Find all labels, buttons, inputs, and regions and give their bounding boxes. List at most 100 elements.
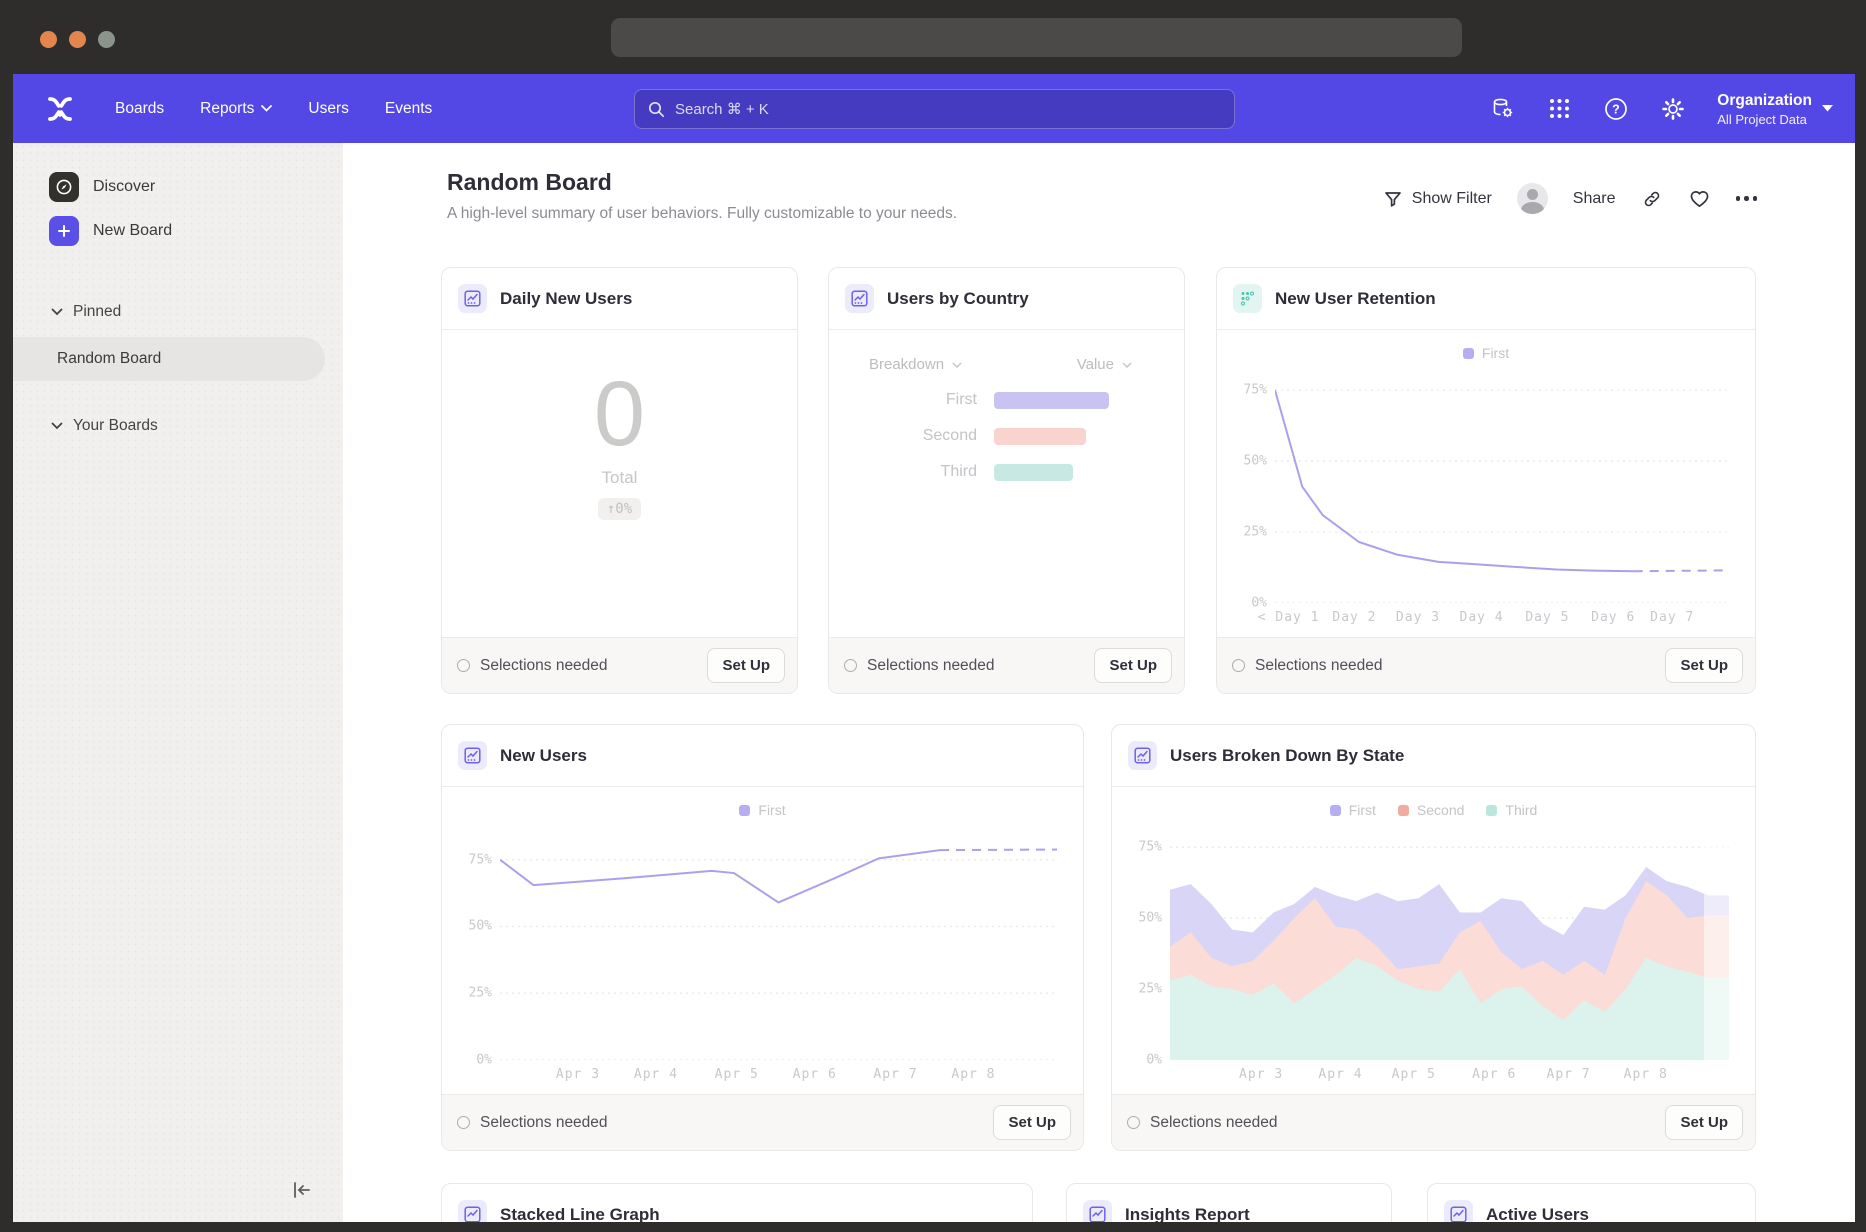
- card-title: Active Users: [1486, 1205, 1589, 1223]
- legend-item: First: [739, 802, 785, 818]
- setup-button[interactable]: Set Up: [1665, 1105, 1743, 1140]
- search-placeholder: Search ⌘ + K: [675, 100, 769, 118]
- card-title: Stacked Line Graph: [500, 1205, 660, 1223]
- sidebar-item-new-board[interactable]: New Board: [49, 209, 343, 253]
- settings-gear-icon[interactable]: [1660, 96, 1686, 122]
- retention-chart: First75%50%25%0%< Day 1Day 2Day 3Day 4Da…: [1217, 330, 1755, 637]
- status-circle-icon: [457, 1116, 470, 1129]
- sidebar-collapse-button[interactable]: [287, 1175, 317, 1205]
- svg-text:?: ?: [1612, 102, 1620, 116]
- breakdown-dropdown[interactable]: Breakdown: [869, 356, 962, 373]
- chevron-down-icon: [1822, 105, 1833, 112]
- legend-item: First: [1330, 802, 1376, 818]
- nav-item-users[interactable]: Users: [294, 90, 362, 128]
- mixpanel-logo-icon[interactable]: [45, 94, 75, 124]
- sidebar-section-pinned[interactable]: Pinned: [51, 295, 343, 329]
- chevron-down-icon: [51, 422, 63, 430]
- metric-label: Total: [442, 468, 797, 488]
- card-insights-report: Insights Report: [1066, 1183, 1392, 1222]
- status-circle-icon: [1127, 1116, 1140, 1129]
- nav-item-boards[interactable]: Boards: [101, 90, 178, 128]
- card-title: New Users: [500, 746, 587, 766]
- compass-icon: [49, 172, 79, 202]
- search-icon: [648, 101, 665, 118]
- top-navbar: Boards Reports Users Events Search ⌘ + K: [13, 74, 1855, 143]
- status-circle-icon: [1232, 659, 1245, 672]
- search-input[interactable]: Search ⌘ + K: [634, 89, 1235, 129]
- avatar[interactable]: [1517, 183, 1548, 214]
- sidebar-section-your-boards[interactable]: Your Boards: [51, 409, 343, 443]
- card-title: New User Retention: [1275, 289, 1436, 309]
- favorite-button[interactable]: [1688, 187, 1711, 210]
- more-icon: [1736, 196, 1758, 201]
- board-content: Random Board A high-level summary of use…: [343, 143, 1855, 1222]
- value-bar: [994, 428, 1086, 445]
- traffic-light-zoom[interactable]: [98, 31, 115, 48]
- card-stacked-line-graph: Stacked Line Graph: [441, 1183, 1033, 1222]
- insights-chart-icon: [1128, 741, 1157, 770]
- card-title: Insights Report: [1125, 1205, 1250, 1223]
- setup-button[interactable]: Set Up: [1094, 648, 1172, 683]
- breakdown-row: Second: [829, 427, 1184, 445]
- filter-icon: [1383, 189, 1403, 209]
- org-project: All Project Data: [1717, 112, 1812, 127]
- app-window: Boards Reports Users Events Search ⌘ + K: [0, 0, 1866, 1232]
- card-daily-new-users: Daily New Users 0 Total ↑0% Selections n…: [441, 267, 798, 694]
- insights-chart-icon: [458, 1200, 487, 1222]
- setup-button[interactable]: Set Up: [707, 648, 785, 683]
- insights-chart-icon: [458, 284, 487, 313]
- nav-item-reports[interactable]: Reports: [186, 90, 286, 128]
- insights-chart-icon: [845, 284, 874, 313]
- sidebar-item-discover[interactable]: Discover: [49, 165, 343, 209]
- breakdown-row: First: [829, 391, 1184, 409]
- org-name: Organization: [1717, 90, 1812, 112]
- plus-icon: [49, 216, 79, 246]
- show-filter-button[interactable]: Show Filter: [1383, 189, 1492, 209]
- status-circle-icon: [844, 659, 857, 672]
- card-title: Users by Country: [887, 289, 1029, 309]
- chevron-down-icon: [1122, 362, 1132, 368]
- data-management-icon[interactable]: [1489, 96, 1515, 122]
- share-button[interactable]: Share: [1573, 190, 1616, 208]
- chevron-down-icon: [952, 362, 962, 368]
- breakdown-row: Third: [829, 463, 1184, 481]
- insights-chart-icon: [458, 741, 487, 770]
- new-users-chart: First75%50%25%0%Apr 3Apr 4Apr 5Apr 6Apr …: [442, 787, 1083, 1094]
- page-subtitle: A high-level summary of user behaviors. …: [447, 205, 957, 223]
- traffic-light-minimize[interactable]: [69, 31, 86, 48]
- page-title: Random Board: [447, 169, 612, 196]
- heart-icon: [1688, 187, 1711, 210]
- traffic-light-close[interactable]: [40, 31, 57, 48]
- value-bar: [994, 392, 1109, 409]
- insights-chart-icon: [1444, 1200, 1473, 1222]
- nav-item-events[interactable]: Events: [371, 90, 446, 128]
- org-switcher[interactable]: Organization All Project Data: [1717, 90, 1833, 127]
- insights-chart-icon: [1083, 1200, 1112, 1222]
- state-area-chart: FirstSecondThird75%50%25%0%Apr 3Apr 4Apr…: [1112, 787, 1755, 1094]
- legend-item: Third: [1486, 802, 1537, 818]
- metric-value: 0: [442, 368, 797, 460]
- card-title: Users Broken Down By State: [1170, 746, 1404, 766]
- chevron-down-icon: [261, 105, 272, 112]
- status-circle-icon: [457, 659, 470, 672]
- legend-item: First: [1463, 345, 1509, 361]
- setup-button[interactable]: Set Up: [1665, 648, 1743, 683]
- more-options-button[interactable]: [1736, 196, 1758, 201]
- value-bar: [994, 464, 1073, 481]
- card-new-user-retention: New User Retention First75%50%25%0%< Day…: [1216, 267, 1756, 694]
- legend-item: Second: [1398, 802, 1464, 818]
- browser-address-bar[interactable]: [611, 18, 1462, 57]
- card-new-users: New Users First75%50%25%0%Apr 3Apr 4Apr …: [441, 724, 1084, 1151]
- apps-grid-icon[interactable]: [1546, 96, 1572, 122]
- help-icon[interactable]: ?: [1603, 96, 1629, 122]
- value-dropdown[interactable]: Value: [1077, 356, 1132, 373]
- card-users-by-state: Users Broken Down By State First Second Th…: [1111, 724, 1756, 1151]
- copy-link-button[interactable]: [1641, 188, 1663, 210]
- window-titlebar: [0, 0, 1866, 74]
- retention-grid-icon: [1233, 284, 1262, 313]
- sidebar-item-random-board[interactable]: Random Board: [13, 337, 325, 381]
- setup-button[interactable]: Set Up: [993, 1105, 1071, 1140]
- collapse-sidebar-icon: [290, 1178, 314, 1202]
- card-title: Daily New Users: [500, 289, 632, 309]
- sidebar: Discover New Board Pinned Random Board Y…: [13, 143, 343, 1222]
